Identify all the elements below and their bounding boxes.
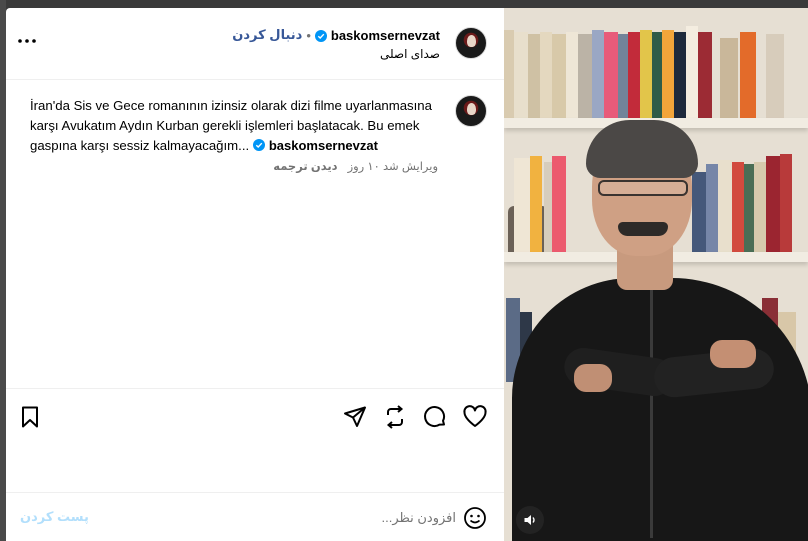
caption-username[interactable]: baskomsernevzat <box>269 138 378 153</box>
separator-dot: • <box>306 27 311 43</box>
bookmark-icon[interactable] <box>17 404 43 430</box>
verified-badge-icon <box>252 137 265 151</box>
person-mustache <box>618 222 668 236</box>
author-avatar[interactable] <box>455 27 487 59</box>
follow-button[interactable]: دنبال کردن <box>232 27 302 43</box>
comment-input[interactable] <box>126 503 456 531</box>
caption-text-block: İran'da Sis ve Gece romanının izinsiz ol… <box>30 96 438 156</box>
post-header: دنبال کردن • baskomsernevzat صدای اصلی <box>6 8 504 80</box>
verified-badge-icon <box>314 29 327 42</box>
comment-bar: پست کردن <box>6 492 504 541</box>
heart-icon[interactable] <box>462 404 488 430</box>
more-options-icon[interactable] <box>16 34 38 48</box>
send-icon[interactable] <box>342 404 368 430</box>
person-glasses <box>598 180 688 196</box>
comment-bubble-icon[interactable] <box>422 404 448 430</box>
jacket-zipper <box>650 288 653 538</box>
person-hair <box>586 120 698 178</box>
caption-meta: دیدن ترجمه ویرایش شد ۱۰ روز <box>273 159 438 173</box>
see-translation-link[interactable]: دیدن ترجمه <box>273 159 337 173</box>
repost-icon[interactable] <box>382 404 408 430</box>
post-comment-button[interactable]: پست کردن <box>20 509 89 525</box>
bookshelf-row <box>504 8 808 118</box>
header-user-line: دنبال کردن • baskomsernevzat <box>232 27 440 43</box>
speaker-icon[interactable] <box>516 506 544 534</box>
post-details-panel: دنبال کردن • baskomsernevzat صدای اصلی İ… <box>6 8 504 541</box>
emoji-icon[interactable] <box>463 506 487 530</box>
person-torso <box>512 278 808 541</box>
edited-time: ویرایش شد ۱۰ روز <box>347 161 438 173</box>
caption-avatar[interactable] <box>455 95 487 127</box>
action-bar <box>6 388 504 492</box>
person-hand-left <box>574 364 612 392</box>
post-video[interactable] <box>504 8 808 541</box>
audio-label[interactable]: صدای اصلی <box>380 47 440 61</box>
author-username[interactable]: baskomsernevzat <box>331 28 440 43</box>
person-hand-right <box>710 340 756 368</box>
